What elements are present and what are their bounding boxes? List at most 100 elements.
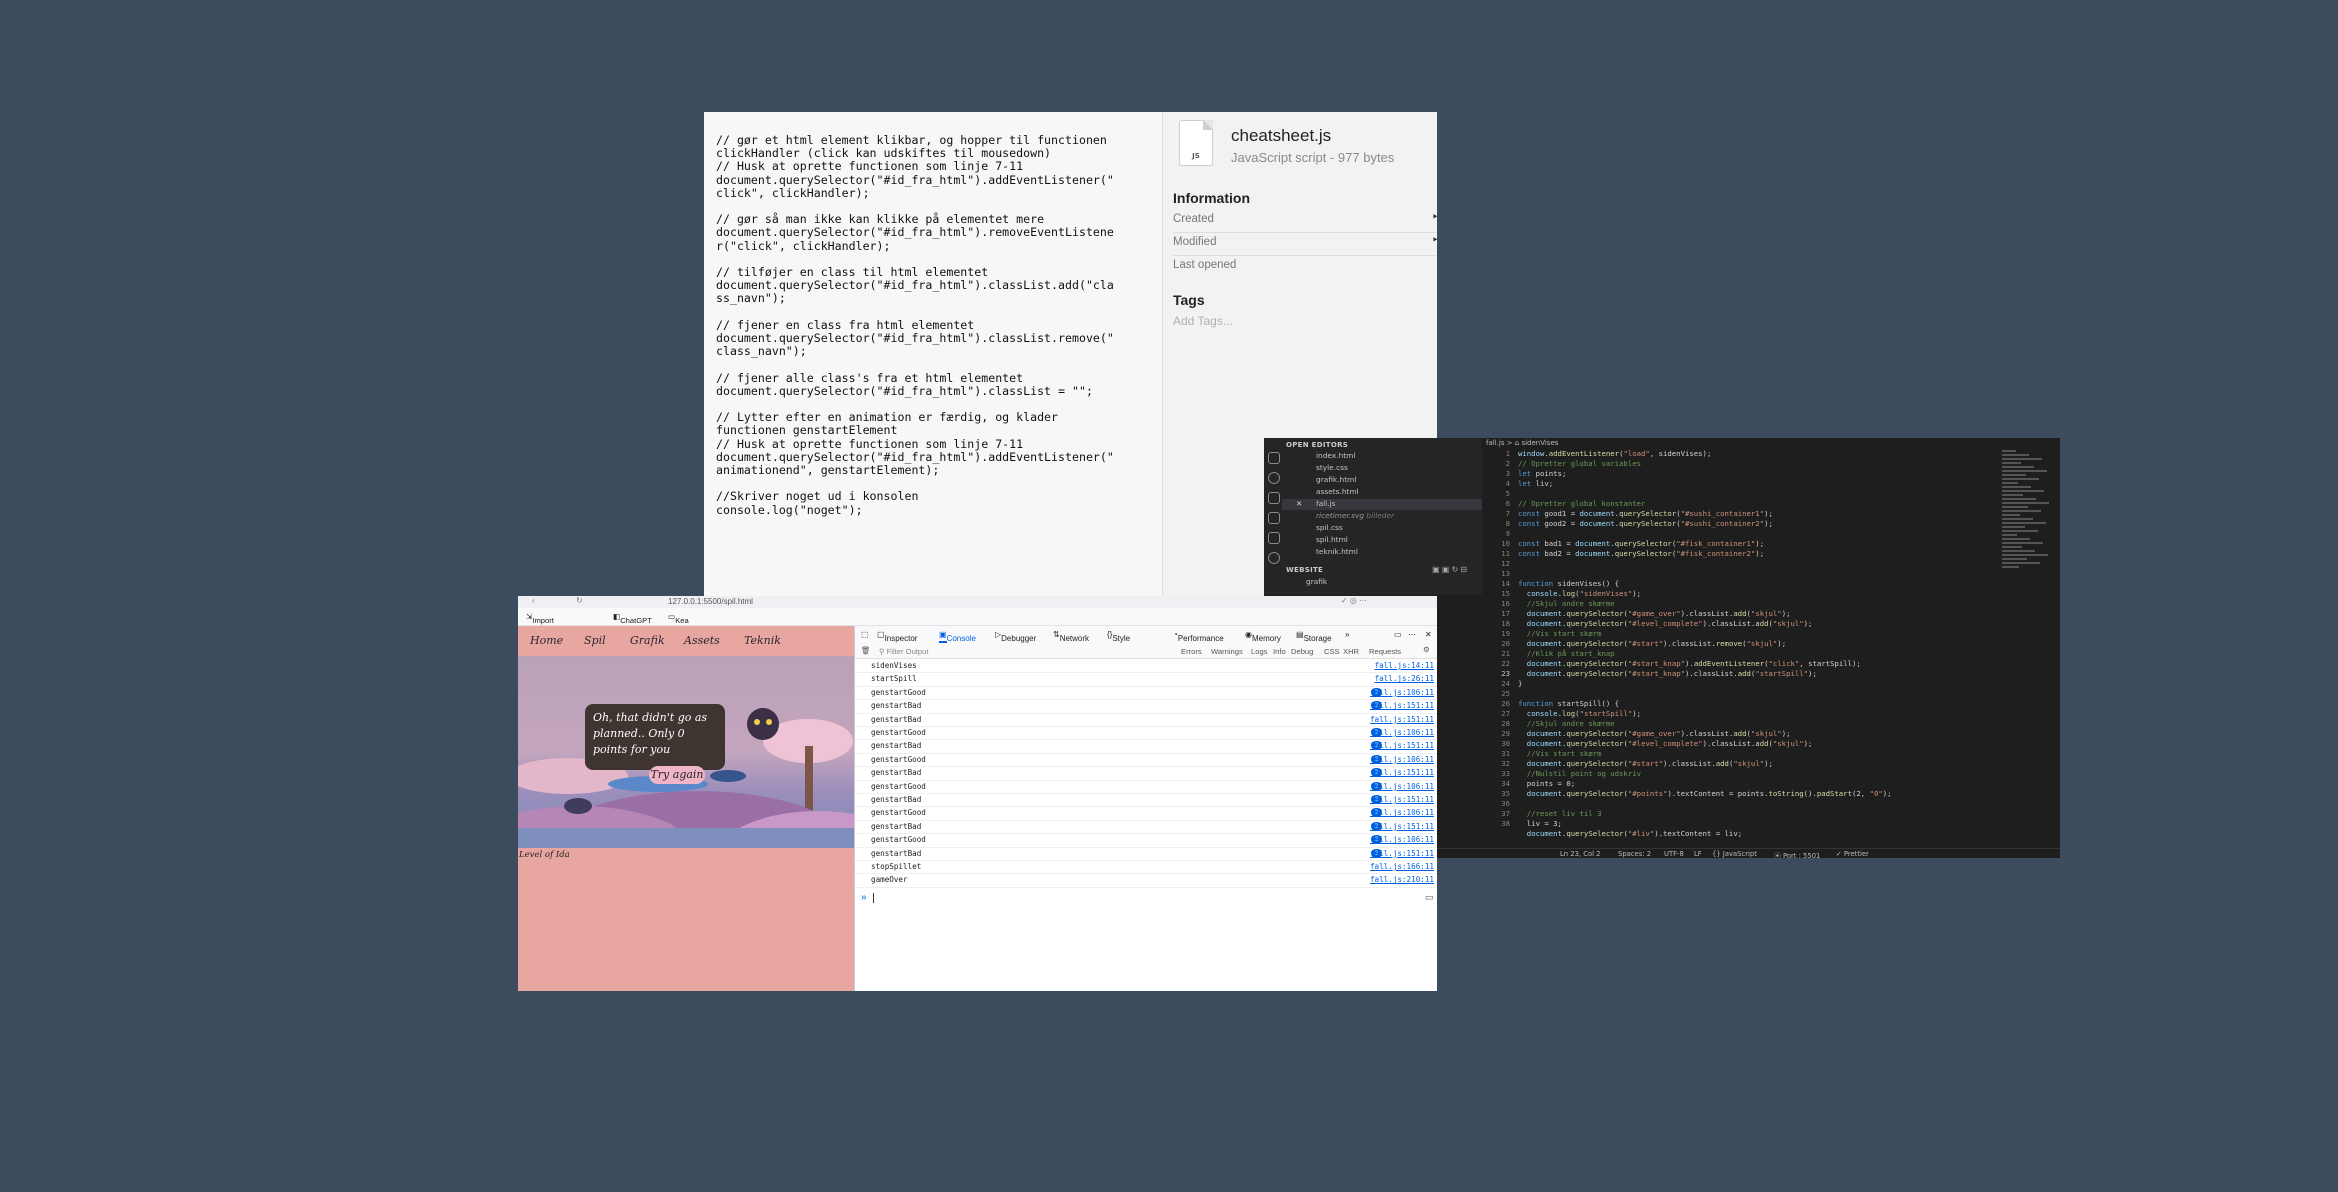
code-line[interactable]: document.querySelector("#game_over").cla… bbox=[1518, 729, 1892, 739]
console-source-link[interactable]: fall.js:151:11 bbox=[1370, 822, 1434, 831]
code-line[interactable]: let points; bbox=[1518, 469, 1892, 479]
filter-errors[interactable]: Errors bbox=[1181, 647, 1202, 656]
console-source-link[interactable]: fall.js:106:11 bbox=[1370, 808, 1434, 817]
code-line[interactable]: //Skjul andre skærme bbox=[1518, 599, 1892, 609]
code-line[interactable]: function sidenVises() { bbox=[1518, 579, 1892, 589]
search-icon[interactable] bbox=[1268, 472, 1280, 484]
code-line[interactable]: //Vis start skærm bbox=[1518, 629, 1892, 639]
pick-element-icon[interactable]: ⬚ bbox=[861, 630, 869, 639]
code-line[interactable]: document.querySelector("#points").textCo… bbox=[1518, 789, 1892, 799]
console-source-link[interactable]: fall.js:151:11 bbox=[1370, 715, 1434, 724]
console-source-link[interactable]: fall.js:166:11 bbox=[1370, 862, 1434, 871]
code-line[interactable]: document.querySelector("#game_over").cla… bbox=[1518, 609, 1892, 619]
open-editor-item[interactable]: teknik.html bbox=[1316, 547, 1358, 556]
console-source-link[interactable]: fall.js:14:11 bbox=[1375, 661, 1434, 670]
console-source-link[interactable]: fall.js:210:11 bbox=[1370, 875, 1434, 884]
code-line[interactable]: console.log("startSpill"); bbox=[1518, 709, 1892, 719]
code-line[interactable] bbox=[1518, 689, 1892, 699]
close-devtools-icon[interactable]: ✕ bbox=[1425, 630, 1432, 639]
code-line[interactable]: } bbox=[1518, 679, 1892, 689]
code-line[interactable]: liv = 3; bbox=[1518, 819, 1892, 829]
url-text[interactable]: 127.0.0.1:5500/spil.html bbox=[668, 597, 753, 606]
code-line[interactable] bbox=[1518, 559, 1892, 569]
code-line[interactable] bbox=[1518, 529, 1892, 539]
open-editor-item[interactable]: spil.css bbox=[1316, 523, 1343, 532]
status-item[interactable]: UTF-8 bbox=[1664, 850, 1684, 858]
filter-info[interactable]: Info bbox=[1273, 647, 1286, 656]
more-tabs-icon[interactable]: » bbox=[1345, 630, 1349, 639]
reload-icon[interactable]: ↻ bbox=[576, 596, 583, 605]
files-icon[interactable] bbox=[1268, 452, 1280, 464]
close-icon[interactable]: ✕ bbox=[1296, 499, 1302, 508]
code-line[interactable]: document.querySelector("#start").classLi… bbox=[1518, 639, 1892, 649]
open-editor-item[interactable]: assets.html bbox=[1316, 487, 1359, 496]
filter-requests[interactable]: Requests bbox=[1369, 647, 1401, 656]
status-item[interactable]: ✓ Prettier bbox=[1836, 850, 1869, 858]
code-line[interactable]: const bad1 = document.querySelector("#fi… bbox=[1518, 539, 1892, 549]
editor-breadcrumb[interactable]: fall.js > ⌂ sidenVises bbox=[1482, 438, 2060, 448]
code-line[interactable]: const good1 = document.querySelector("#s… bbox=[1518, 509, 1892, 519]
nav-grafik[interactable]: Grafik bbox=[630, 634, 665, 647]
code-line[interactable]: document.querySelector("#level_complete"… bbox=[1518, 739, 1892, 749]
open-editors-header[interactable]: OPEN EDITORS bbox=[1286, 441, 1348, 449]
console-source-link[interactable]: fall.js:151:11 bbox=[1370, 701, 1434, 710]
code-line[interactable]: let liv; bbox=[1518, 479, 1892, 489]
code-line[interactable]: const bad2 = document.querySelector("#fi… bbox=[1518, 549, 1892, 559]
open-editor-item[interactable]: style.css bbox=[1316, 463, 1348, 472]
tab-memory[interactable]: ◉ Memory bbox=[1245, 630, 1281, 643]
tab-storage[interactable]: ▤ Storage bbox=[1296, 630, 1332, 643]
console-source-link[interactable]: fall.js:106:11 bbox=[1370, 835, 1434, 844]
extensions-icon[interactable] bbox=[1268, 532, 1280, 544]
code-line[interactable] bbox=[1518, 489, 1892, 499]
console-source-link[interactable]: fall.js:26:11 bbox=[1375, 674, 1434, 683]
code-line[interactable]: window.addEventListener("load", sidenVis… bbox=[1518, 449, 1892, 459]
code-line[interactable]: document.querySelector("#start").classLi… bbox=[1518, 759, 1892, 769]
console-source-link[interactable]: fall.js:151:11 bbox=[1370, 768, 1434, 777]
console-source-link[interactable]: fall.js:151:11 bbox=[1370, 849, 1434, 858]
nav-teknik[interactable]: Teknik bbox=[744, 634, 781, 647]
trash-icon[interactable]: 🗑 bbox=[861, 646, 871, 655]
back-icon[interactable]: ‹ bbox=[532, 596, 535, 605]
filter-css[interactable]: CSS bbox=[1324, 647, 1340, 656]
try-again-button[interactable]: Try again bbox=[649, 766, 705, 784]
code-line[interactable]: document.querySelector("#level_complete"… bbox=[1518, 619, 1892, 629]
console-source-link[interactable]: fall.js:106:11 bbox=[1370, 688, 1434, 697]
split-console-icon[interactable]: ▭ bbox=[1425, 892, 1434, 903]
run-debug-icon[interactable] bbox=[1268, 512, 1280, 524]
dock-icon[interactable]: ▭ bbox=[1394, 630, 1402, 639]
open-editor-item-active[interactable]: ✕ fall.js bbox=[1282, 499, 1482, 510]
tab-debugger[interactable]: ▷ Debugger bbox=[995, 630, 1036, 643]
tab-performance[interactable]: ◔ Performance bbox=[1173, 630, 1224, 643]
tab-inspector[interactable]: ▢ Inspector bbox=[877, 630, 917, 643]
code-line[interactable]: points = 0; bbox=[1518, 779, 1892, 789]
console-prompt[interactable]: » bbox=[861, 892, 867, 903]
nav-spil[interactable]: Spil bbox=[584, 634, 606, 647]
console-source-link[interactable]: fall.js:106:11 bbox=[1370, 728, 1434, 737]
code-line[interactable]: function startSpill() { bbox=[1518, 699, 1892, 709]
console-source-link[interactable]: fall.js:106:11 bbox=[1370, 782, 1434, 791]
website-folder-header[interactable]: WEBSITE bbox=[1286, 566, 1323, 574]
explorer-actions-icon[interactable]: ▣ ▣ ↻ ⊟ bbox=[1432, 565, 1467, 574]
tab-console[interactable]: ▣ Console bbox=[939, 630, 976, 643]
console-source-link[interactable]: fall.js:151:11 bbox=[1370, 741, 1434, 750]
code-line[interactable]: //Nulstil point og udskriv bbox=[1518, 769, 1892, 779]
nav-home[interactable]: Home bbox=[530, 634, 563, 647]
source-control-icon[interactable] bbox=[1268, 492, 1280, 504]
remote-icon[interactable] bbox=[1268, 552, 1280, 564]
status-item[interactable]: {} JavaScript bbox=[1712, 850, 1757, 858]
bookmark-item[interactable]: ⇲ Import bookmarks... bbox=[526, 612, 576, 634]
nav-assets[interactable]: Assets bbox=[684, 634, 720, 647]
filter-warnings[interactable]: Warnings bbox=[1211, 647, 1243, 656]
menu-icon[interactable]: ⋯ bbox=[1408, 630, 1416, 639]
code-line[interactable]: console.log("sidenVises"); bbox=[1518, 589, 1892, 599]
settings-gear-icon[interactable]: ⚙ bbox=[1423, 645, 1430, 654]
open-editor-item[interactable]: index.html bbox=[1316, 451, 1355, 460]
code-line[interactable]: // Opretter global konstanter bbox=[1518, 499, 1892, 509]
status-item[interactable]: ⦿ Port : 5501 bbox=[1774, 850, 1820, 858]
console-source-link[interactable]: fall.js:106:11 bbox=[1370, 755, 1434, 764]
bookmark-item[interactable]: ▭ Kea web bbox=[668, 612, 689, 634]
code-editor[interactable]: window.addEventListener("load", sidenVis… bbox=[1518, 449, 1892, 839]
toolbar-icons[interactable]: ✓ ◎ ⋯ bbox=[1341, 596, 1367, 605]
open-editor-item[interactable]: ricetimer.svg billeder bbox=[1316, 511, 1394, 520]
filter-logs[interactable]: Logs bbox=[1251, 647, 1267, 656]
